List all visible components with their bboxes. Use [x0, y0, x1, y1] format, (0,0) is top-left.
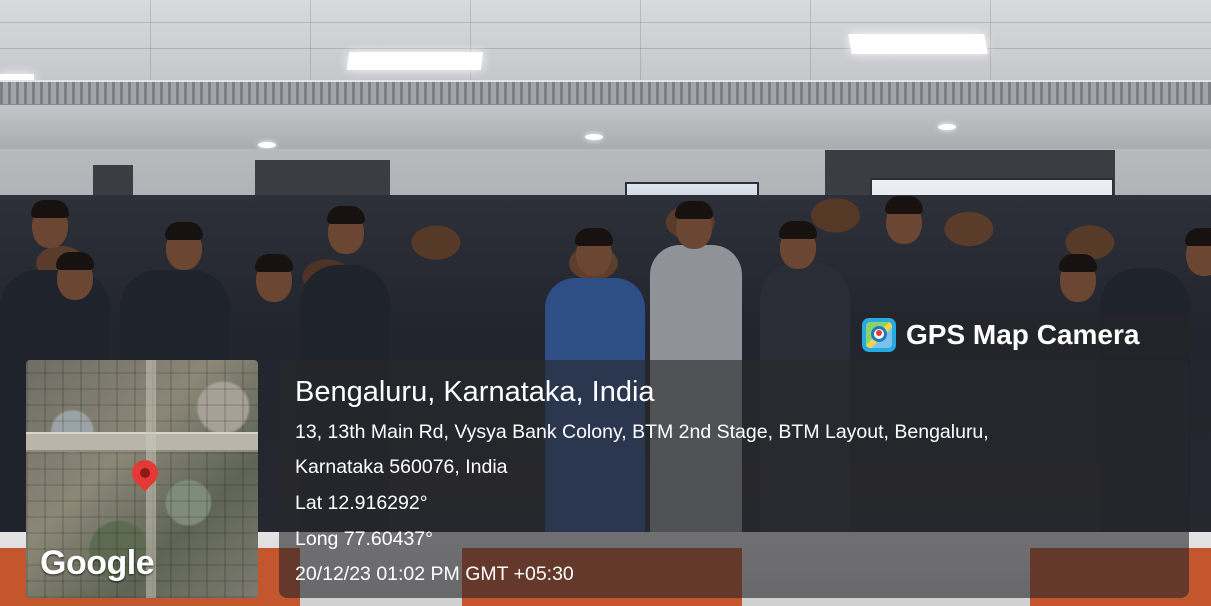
- ceiling-light: [346, 52, 484, 70]
- longitude: Long 77.60437°: [295, 528, 433, 550]
- timestamp: 20/12/23 01:02 PM GMT +05:30: [295, 563, 574, 585]
- google-logo: Google: [40, 544, 155, 582]
- map-thumbnail: Google: [26, 360, 258, 598]
- address-line-1: 13, 13th Main Rd, Vysya Bank Colony, BTM…: [295, 421, 989, 443]
- ceiling-light: [848, 34, 988, 54]
- latitude: Lat 12.916292°: [295, 492, 428, 514]
- address-line-2: Karnataka 560076, India: [295, 456, 508, 478]
- app-name: GPS Map Camera: [906, 319, 1140, 350]
- soffit: [0, 105, 1211, 149]
- location-title: Bengaluru, Karnataka, India: [295, 376, 655, 408]
- app-watermark: GPS Map Camera: [859, 314, 1192, 356]
- gps-map-camera-icon: [862, 318, 896, 352]
- air-vent: [0, 80, 1211, 107]
- location-pin-icon: [126, 454, 164, 492]
